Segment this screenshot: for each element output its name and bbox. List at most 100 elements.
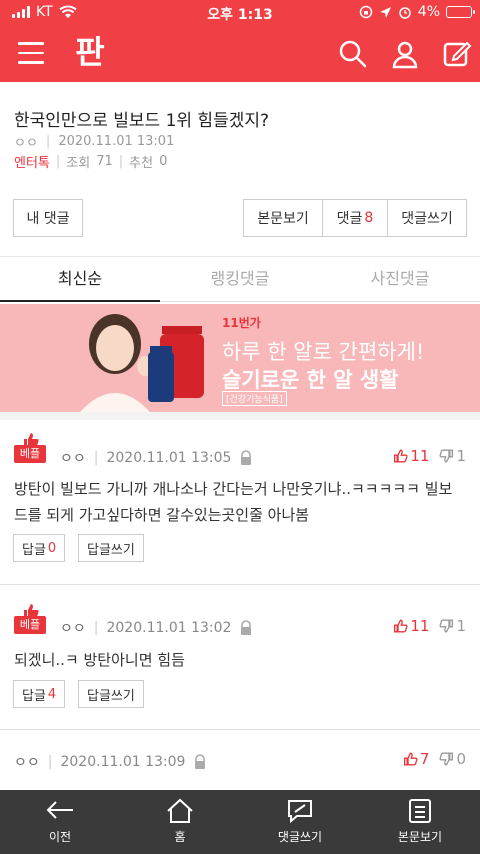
write-comment-button[interactable]: 댓글쓰기: [387, 199, 467, 237]
edit-icon[interactable]: [442, 39, 472, 69]
view-body-label: 본문보기: [257, 211, 309, 227]
home-icon: [167, 798, 193, 823]
views-label: 조회: [66, 156, 91, 171]
article-title: 한국인만으로 빌보드 1위 힘들겠지?: [14, 111, 270, 131]
write-reply-button[interactable]: 답글쓰기: [78, 680, 144, 708]
tab-photo[interactable]: 사진댓글: [320, 257, 480, 302]
comment-author: ㅇㅇ: [60, 621, 86, 637]
comment-datetime: 2020.11.01 13:02: [106, 620, 232, 636]
write-reply-button[interactable]: 답글쓰기: [78, 534, 144, 562]
battery-label: 4%: [417, 4, 440, 20]
upvote-count: 11: [410, 617, 430, 635]
reply-count-button[interactable]: 답글 0: [13, 534, 66, 562]
comment-item: ㅇㅇ | 2020.11.01 13:09 7 0: [14, 750, 466, 771]
lock-icon[interactable]: [239, 450, 253, 466]
nav-home[interactable]: 홈: [120, 790, 240, 854]
downvote-button[interactable]: 1: [439, 447, 466, 465]
lock-icon[interactable]: [193, 754, 207, 770]
section-gap: [0, 412, 480, 420]
article-category[interactable]: 엔터톡: [14, 152, 50, 171]
upvote-button[interactable]: 11: [393, 617, 429, 635]
battery-icon: [446, 6, 475, 18]
comment-text: 되겠니..ㅋ 방탄아니면 힘듬: [14, 651, 185, 669]
my-comments-label: 내 댓글: [26, 211, 70, 227]
lock-icon[interactable]: [239, 620, 253, 636]
view-body-button[interactable]: 본문보기: [243, 199, 323, 237]
my-comments-button[interactable]: 내 댓글: [13, 199, 83, 237]
screen-lock-icon: [359, 5, 373, 19]
thumbs-up-icon: [403, 752, 418, 766]
recommend-count: 0: [159, 154, 168, 169]
article-datetime: 2020.11.01 13:01: [58, 134, 175, 149]
ad-headline: 하루 한 알로 간편하게!: [222, 340, 425, 364]
document-icon: [409, 799, 431, 823]
logo[interactable]: 판: [70, 32, 110, 72]
downvote-count: 1: [456, 447, 466, 465]
comments-count: 8: [364, 210, 374, 226]
comment-datetime: 2020.11.01 13:05: [106, 450, 232, 466]
reply-count: 0: [47, 540, 57, 556]
recommend-label: 추천: [129, 156, 154, 171]
comments-count-button[interactable]: 댓글 8: [322, 199, 388, 237]
comment-text: 방탄이 빌보드 가니까 개나소나 간다는거 나만웃기냐..ㅋㅋㅋㅋㅋ 빌보드를 …: [14, 480, 453, 524]
downvote-count: 1: [456, 617, 466, 635]
nav-view-body-label: 본문보기: [397, 830, 443, 844]
user-icon[interactable]: [390, 39, 420, 69]
write-reply-label: 답글쓰기: [87, 688, 135, 704]
thumbs-up-icon: [394, 619, 408, 633]
write-reply-label: 답글쓰기: [87, 542, 135, 558]
downvote-button[interactable]: 0: [439, 750, 466, 768]
nav-view-body[interactable]: 본문보기: [360, 790, 480, 854]
reply-label: 답글: [22, 688, 46, 704]
menu-icon[interactable]: [18, 42, 44, 64]
back-arrow-icon: [46, 801, 73, 819]
ad-tag: [건강기능식품]: [222, 391, 287, 406]
ad-banner[interactable]: 11번가 하루 한 알로 간편하게! 슬기로운 한 알 생활 [건강기능식품]: [0, 304, 480, 412]
best-badge-label: 베플: [14, 616, 46, 634]
best-badge: 베플: [14, 432, 46, 463]
reply-count-button[interactable]: 답글 4: [13, 680, 66, 708]
downvote-button[interactable]: 1: [439, 617, 466, 635]
bottom-nav: 이전 홈 댓글쓰기 본문보기: [0, 790, 480, 854]
nav-write-comment[interactable]: 댓글쓰기: [240, 790, 360, 854]
search-icon[interactable]: [338, 39, 368, 69]
app-header: 판: [0, 26, 480, 82]
upvote-button[interactable]: 11: [393, 447, 429, 465]
article-author: ㅇㅇ: [14, 136, 38, 151]
alarm-icon: [399, 7, 411, 19]
views-count: 71: [96, 154, 113, 169]
tab-ranking[interactable]: 랭킹댓글: [160, 257, 320, 302]
upvote-count: 11: [410, 447, 430, 465]
thumbs-up-icon: [394, 449, 408, 463]
nav-back[interactable]: 이전: [0, 790, 120, 854]
reply-count: 4: [47, 686, 57, 702]
upvote-button[interactable]: 7: [403, 750, 430, 768]
comment-item: 베플 ㅇㅇ | 2020.11.01 13:02 11 1 되겠니..ㅋ 방탄아…: [0, 585, 480, 729]
nav-home-label: 홈: [174, 830, 186, 844]
comment-datetime: 2020.11.01 13:09: [60, 754, 186, 770]
location-icon: [379, 6, 391, 18]
thumbs-down-icon: [439, 449, 454, 463]
reply-label: 답글: [22, 542, 46, 558]
write-comment-icon: [288, 800, 312, 824]
nav-back-label: 이전: [48, 830, 72, 844]
best-badge-label: 베플: [14, 445, 46, 463]
tab-latest[interactable]: 최신순: [0, 257, 160, 302]
ad-brand: 11번가: [222, 316, 261, 330]
comment-author: ㅇㅇ: [60, 451, 86, 467]
best-badge: 베플: [14, 603, 46, 634]
downvote-count: 0: [456, 750, 466, 768]
status-bar: KT 오후 1:13 4%: [0, 0, 480, 26]
nav-write-comment-label: 댓글쓰기: [277, 830, 323, 844]
comments-label: 댓글: [336, 211, 363, 227]
ad-subheadline: 슬기로운 한 알 생활: [222, 368, 399, 392]
upvote-count: 7: [419, 750, 430, 768]
comment-author: ㅇㅇ: [14, 755, 40, 771]
write-comment-label: 댓글쓰기: [401, 211, 453, 227]
top-bar: KT 오후 1:13 4% 판: [0, 0, 480, 82]
ad-product-image: [148, 326, 204, 402]
thumbs-down-icon: [439, 619, 454, 633]
comment-sort-tabs: 최신순 랭킹댓글 사진댓글: [0, 256, 480, 302]
thumbs-down-icon: [439, 752, 454, 766]
comment-item: 베플 ㅇㅇ | 2020.11.01 13:05 11 1 방탄이 빌보드 가니…: [0, 420, 480, 584]
